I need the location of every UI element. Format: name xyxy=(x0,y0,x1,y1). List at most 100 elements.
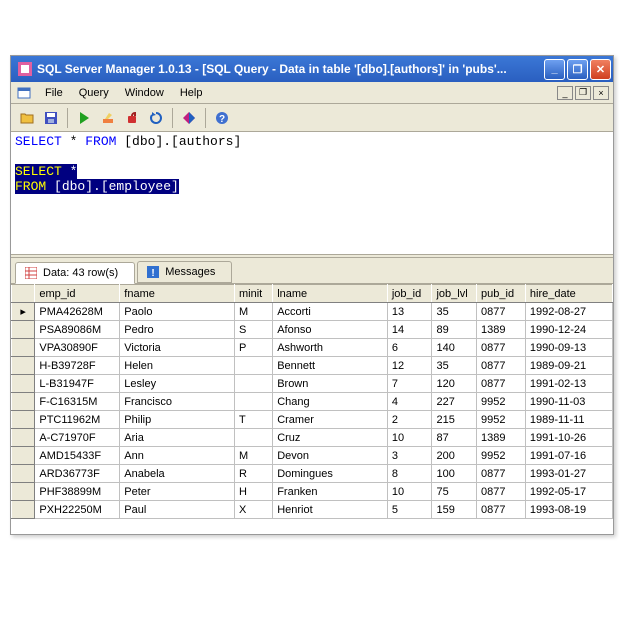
cell-job_id[interactable]: 10 xyxy=(387,429,432,447)
cell-job_lvl[interactable]: 159 xyxy=(432,501,477,519)
cell-pub_id[interactable]: 0877 xyxy=(477,303,526,321)
col-hire_date[interactable]: hire_date xyxy=(525,285,612,303)
cell-hire_date[interactable]: 1990-12-24 xyxy=(525,321,612,339)
cell-fname[interactable]: Anabela xyxy=(120,465,235,483)
cell-job_id[interactable]: 5 xyxy=(387,501,432,519)
table-row[interactable]: PXH22250MPaulXHenriot515908771993-08-19 xyxy=(12,501,613,519)
cell-job_id[interactable]: 13 xyxy=(387,303,432,321)
cell-job_id[interactable]: 4 xyxy=(387,393,432,411)
table-row[interactable]: PTC11962MPhilipTCramer221599521989-11-11 xyxy=(12,411,613,429)
cell-emp_id[interactable]: PTC11962M xyxy=(35,411,120,429)
row-selector[interactable] xyxy=(12,411,35,429)
cell-emp_id[interactable]: F-C16315M xyxy=(35,393,120,411)
cell-emp_id[interactable]: PMA42628M xyxy=(35,303,120,321)
cell-pub_id[interactable]: 0877 xyxy=(477,501,526,519)
cell-emp_id[interactable]: ARD36773F xyxy=(35,465,120,483)
cell-hire_date[interactable]: 1990-09-13 xyxy=(525,339,612,357)
cell-hire_date[interactable]: 1991-07-16 xyxy=(525,447,612,465)
cell-fname[interactable]: Francisco xyxy=(120,393,235,411)
cell-minit[interactable]: P xyxy=(234,339,272,357)
cell-job_lvl[interactable]: 35 xyxy=(432,357,477,375)
row-selector[interactable] xyxy=(12,429,35,447)
clear-button[interactable] xyxy=(96,106,120,130)
cell-pub_id[interactable]: 0877 xyxy=(477,483,526,501)
mdi-close-button[interactable]: × xyxy=(593,86,609,100)
cell-job_id[interactable]: 8 xyxy=(387,465,432,483)
cell-emp_id[interactable]: PHF38899M xyxy=(35,483,120,501)
cell-emp_id[interactable]: PXH22250M xyxy=(35,501,120,519)
menu-query[interactable]: Query xyxy=(71,85,117,101)
refresh-button[interactable] xyxy=(144,106,168,130)
sql-editor[interactable]: SELECT * FROM [dbo].[authors] SELECT * F… xyxy=(11,132,613,254)
col-job_lvl[interactable]: job_lvl xyxy=(432,285,477,303)
results-grid[interactable]: emp_id fname minit lname job_id job_lvl … xyxy=(11,284,613,534)
cell-emp_id[interactable]: AMD15433F xyxy=(35,447,120,465)
table-row[interactable]: AMD15433FAnnMDevon320099521991-07-16 xyxy=(12,447,613,465)
cell-fname[interactable]: Paul xyxy=(120,501,235,519)
cell-lname[interactable]: Ashworth xyxy=(273,339,388,357)
cell-fname[interactable]: Philip xyxy=(120,411,235,429)
cell-minit[interactable] xyxy=(234,393,272,411)
cell-pub_id[interactable]: 9952 xyxy=(477,393,526,411)
cell-minit[interactable]: R xyxy=(234,465,272,483)
cell-lname[interactable]: Franken xyxy=(273,483,388,501)
cell-lname[interactable]: Domingues xyxy=(273,465,388,483)
cell-minit[interactable]: M xyxy=(234,303,272,321)
cell-minit[interactable]: X xyxy=(234,501,272,519)
cell-job_id[interactable]: 3 xyxy=(387,447,432,465)
row-selector[interactable]: ▸ xyxy=(12,303,35,321)
cell-minit[interactable] xyxy=(234,357,272,375)
cell-hire_date[interactable]: 1990-11-03 xyxy=(525,393,612,411)
cancel-button[interactable] xyxy=(120,106,144,130)
mdi-restore-button[interactable]: ❐ xyxy=(575,86,591,100)
minimize-button[interactable]: _ xyxy=(544,59,565,80)
cell-hire_date[interactable]: 1991-02-13 xyxy=(525,375,612,393)
cell-minit[interactable]: T xyxy=(234,411,272,429)
table-row[interactable]: H-B39728FHelenBennett123508771989-09-21 xyxy=(12,357,613,375)
cell-minit[interactable] xyxy=(234,375,272,393)
cell-job_lvl[interactable]: 87 xyxy=(432,429,477,447)
row-selector[interactable] xyxy=(12,393,35,411)
cell-fname[interactable]: Victoria xyxy=(120,339,235,357)
cell-job_id[interactable]: 7 xyxy=(387,375,432,393)
cell-emp_id[interactable]: L-B31947F xyxy=(35,375,120,393)
mdi-window-icon[interactable] xyxy=(15,84,33,102)
table-row[interactable]: PSA89086MPedroSAfonso148913891990-12-24 xyxy=(12,321,613,339)
cell-fname[interactable]: Ann xyxy=(120,447,235,465)
cell-job_id[interactable]: 14 xyxy=(387,321,432,339)
cell-lname[interactable]: Devon xyxy=(273,447,388,465)
cell-job_lvl[interactable]: 89 xyxy=(432,321,477,339)
cell-job_lvl[interactable]: 120 xyxy=(432,375,477,393)
cell-job_id[interactable]: 2 xyxy=(387,411,432,429)
cell-pub_id[interactable]: 9952 xyxy=(477,447,526,465)
cell-hire_date[interactable]: 1992-08-27 xyxy=(525,303,612,321)
table-row[interactable]: A-C71970FAriaCruz108713891991-10-26 xyxy=(12,429,613,447)
col-minit[interactable]: minit xyxy=(234,285,272,303)
run-button[interactable] xyxy=(72,106,96,130)
cell-pub_id[interactable]: 0877 xyxy=(477,375,526,393)
col-pub_id[interactable]: pub_id xyxy=(477,285,526,303)
cell-hire_date[interactable]: 1989-09-21 xyxy=(525,357,612,375)
cell-lname[interactable]: Afonso xyxy=(273,321,388,339)
table-row[interactable]: L-B31947FLesleyBrown712008771991-02-13 xyxy=(12,375,613,393)
save-button[interactable] xyxy=(39,106,63,130)
cell-fname[interactable]: Helen xyxy=(120,357,235,375)
cell-hire_date[interactable]: 1989-11-11 xyxy=(525,411,612,429)
cell-fname[interactable]: Paolo xyxy=(120,303,235,321)
cell-fname[interactable]: Aria xyxy=(120,429,235,447)
cell-lname[interactable]: Henriot xyxy=(273,501,388,519)
row-selector-header[interactable] xyxy=(12,285,35,303)
cell-job_lvl[interactable]: 200 xyxy=(432,447,477,465)
cell-job_lvl[interactable]: 100 xyxy=(432,465,477,483)
menu-help[interactable]: Help xyxy=(172,85,211,101)
cell-lname[interactable]: Cramer xyxy=(273,411,388,429)
cell-job_lvl[interactable]: 75 xyxy=(432,483,477,501)
col-lname[interactable]: lname xyxy=(273,285,388,303)
cell-job_id[interactable]: 10 xyxy=(387,483,432,501)
cell-fname[interactable]: Peter xyxy=(120,483,235,501)
help-button[interactable]: ? xyxy=(210,106,234,130)
cell-job_lvl[interactable]: 215 xyxy=(432,411,477,429)
row-selector[interactable] xyxy=(12,375,35,393)
row-selector[interactable] xyxy=(12,483,35,501)
cell-pub_id[interactable]: 9952 xyxy=(477,411,526,429)
